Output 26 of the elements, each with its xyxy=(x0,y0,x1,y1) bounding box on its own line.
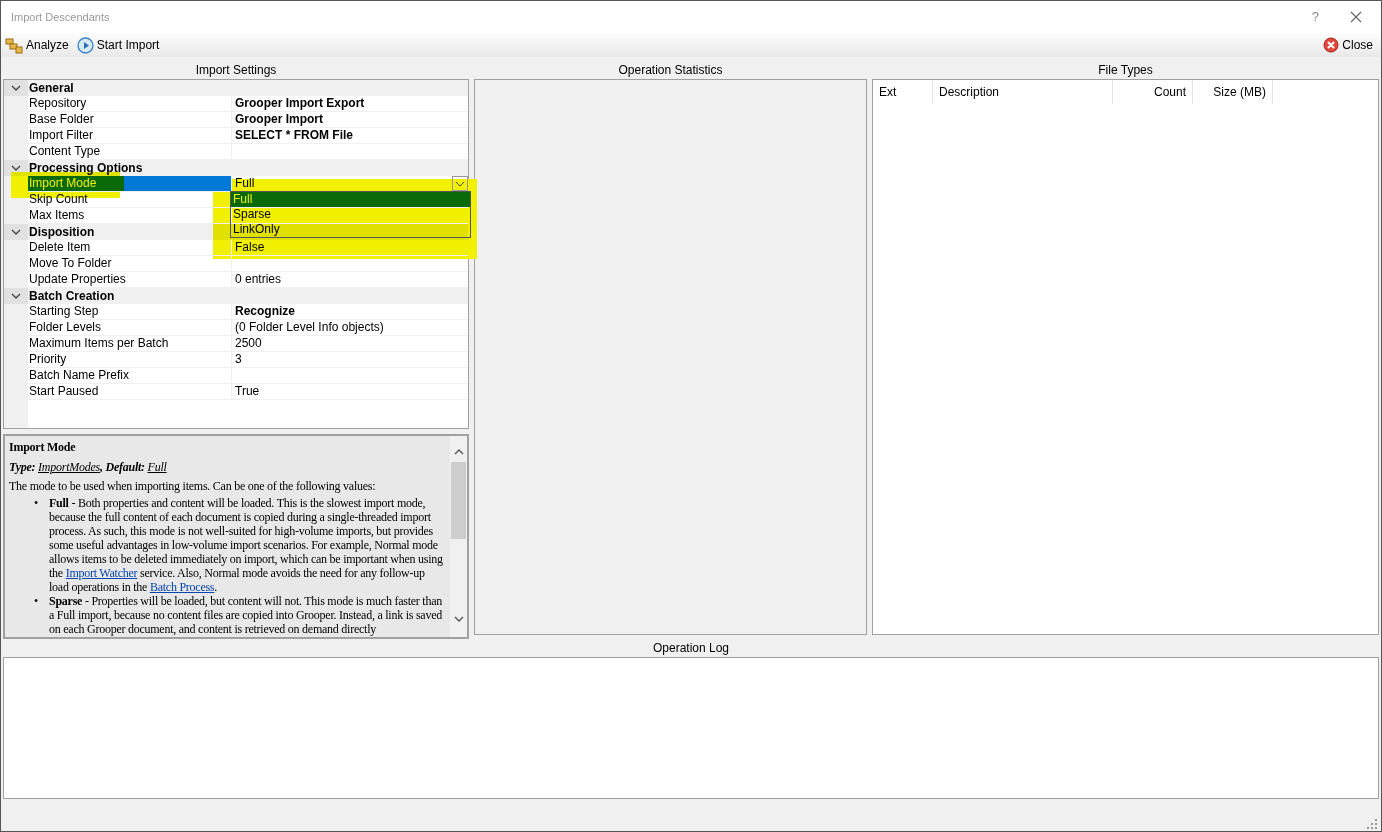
panel-title: Operation Statistics xyxy=(618,62,723,79)
property-value: Grooper Import Export xyxy=(235,96,365,111)
property-value: True xyxy=(235,384,260,399)
panel-title: File Types xyxy=(1098,62,1153,79)
category-label: Processing Options xyxy=(29,160,143,177)
help-paragraph: Full - Both properties and content will be loaded. This is the slowest import mode, because the full content of each document is copied during a single-threaded import process. As such, this mode is not well-suited for high-volume imports, but provides some useful advantages in low-volume import scenarios. For example, Normal mode allows items to be deleted immediately on import, which can be important when using the Import Watcher service. Also, Normal mode avoids the need for any follow-up load operations in the Batch Process. xyxy=(49,496,444,595)
property-value: Grooper Import xyxy=(235,112,323,127)
category-label: Disposition xyxy=(29,224,95,241)
property-value: 3 xyxy=(235,352,242,367)
property-value: False xyxy=(235,240,265,255)
category-label: Batch Creation xyxy=(29,288,115,305)
window-title: Import Descendants xyxy=(11,9,110,25)
category-label: General xyxy=(29,80,74,97)
panel-title: Operation Log xyxy=(652,640,730,657)
help-paragraph: Sparse - Properties will be loaded, but content will not. This mode is much faster than a Full import, because no content files are copied into Grooper. Instead, a link is saved on each Grooper document, and content is retrieved on demand directly xyxy=(49,594,443,637)
property-value: Recognize xyxy=(235,304,295,319)
bullet-icon: • xyxy=(34,594,49,637)
property-value: (0 Folder Level Info objects) xyxy=(235,320,384,335)
property-value: SELECT * FROM File xyxy=(235,128,353,143)
help-intro: The mode to be used when importing items. Can be one of the following values: xyxy=(9,479,377,494)
type-line: Type: ImportModes, Default: Full xyxy=(9,460,168,475)
property-value: 0 entries xyxy=(235,272,282,287)
panel-title: Import Settings xyxy=(195,62,277,79)
help-heading: Import Mode xyxy=(9,440,77,455)
bullet-icon: • xyxy=(34,496,49,595)
property-value: 2500 xyxy=(235,336,262,351)
